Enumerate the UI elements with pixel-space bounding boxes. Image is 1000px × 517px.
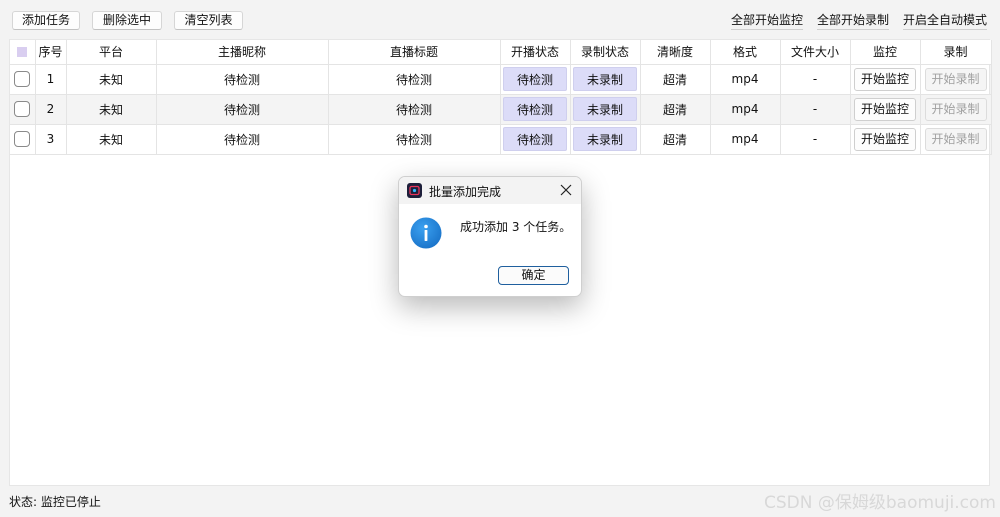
- info-icon: [410, 217, 442, 249]
- enable-auto-mode-button[interactable]: 开启全自动模式: [903, 12, 988, 30]
- ok-button[interactable]: 确定: [498, 266, 569, 285]
- column-header[interactable]: 清晰度: [640, 40, 711, 65]
- row-quality: 超清: [640, 124, 711, 155]
- row-checkbox[interactable]: [10, 124, 36, 155]
- start-monitor-button[interactable]: 开始监控: [854, 127, 916, 151]
- start-all-monitor-button[interactable]: 全部开始监控: [731, 12, 804, 30]
- column-header[interactable]: 监控: [850, 40, 921, 65]
- live-status-badge: 待检测: [503, 67, 567, 91]
- start-record-button[interactable]: 开始录制: [924, 127, 987, 151]
- record-status-badge: 未录制: [573, 97, 637, 121]
- dialog-body: 成功添加 3 个任务。 确定: [399, 204, 581, 296]
- row-file-size: -: [780, 94, 851, 125]
- row-title: 待检测: [328, 64, 501, 95]
- batch-add-dialog: 批量添加完成 成功添加 3 个任务。 确定: [398, 176, 582, 297]
- row-nickname: 待检测: [156, 94, 329, 125]
- row-file-size: -: [780, 64, 851, 95]
- column-header[interactable]: 开播状态: [500, 40, 571, 65]
- row-nickname: 待检测: [156, 124, 329, 155]
- delete-selected-button[interactable]: 删除选中: [92, 11, 162, 30]
- row-quality: 超清: [640, 64, 711, 95]
- row-nickname: 待检测: [156, 64, 329, 95]
- column-header[interactable]: 平台: [66, 40, 157, 65]
- table-header-row: 序号 平台 主播昵称 直播标题 开播状态 录制状态 清晰度 格式 文件大小 监控…: [10, 40, 992, 65]
- start-record-button[interactable]: 开始录制: [924, 67, 987, 91]
- row-title: 待检测: [328, 124, 501, 155]
- row-platform: 未知: [66, 124, 157, 155]
- start-record-button[interactable]: 开始录制: [924, 97, 987, 121]
- row-index: 1: [35, 64, 67, 95]
- dialog-title: 批量添加完成: [429, 185, 502, 199]
- row-format: mp4: [710, 64, 781, 95]
- column-header[interactable]: 主播昵称: [156, 40, 329, 65]
- row-index: 3: [35, 124, 67, 155]
- row-format: mp4: [710, 94, 781, 125]
- row-quality: 超清: [640, 94, 711, 125]
- column-header[interactable]: 直播标题: [328, 40, 501, 65]
- clear-list-button[interactable]: 清空列表: [174, 11, 243, 30]
- record-status-badge: 未录制: [573, 127, 637, 151]
- column-header[interactable]: 录制: [920, 40, 992, 65]
- dialog-title-bar: 批量添加完成: [399, 177, 581, 204]
- row-checkbox[interactable]: [10, 64, 36, 95]
- watermark: CSDN @保姆级baomuji.com: [764, 493, 996, 513]
- table-row: 1 未知 待检测 待检测 待检测 未录制 超清 mp4 - 开始监控 开始录制: [10, 64, 992, 95]
- row-title: 待检测: [328, 94, 501, 125]
- live-status-badge: 待检测: [503, 97, 567, 121]
- row-format: mp4: [710, 124, 781, 155]
- status-bar: 状态: 监控已停止: [9, 495, 101, 509]
- row-index: 2: [35, 94, 67, 125]
- toolbar: 添加任务 删除选中 清空列表 全部开始监控 全部开始录制 开启全自动模式: [0, 0, 1000, 38]
- start-monitor-button[interactable]: 开始监控: [854, 97, 916, 121]
- start-monitor-button[interactable]: 开始监控: [854, 67, 916, 91]
- close-icon[interactable]: [559, 183, 573, 197]
- table-row: 3 未知 待检测 待检测 待检测 未录制 超清 mp4 - 开始监控 开始录制: [10, 124, 992, 155]
- row-checkbox[interactable]: [10, 94, 36, 125]
- row-file-size: -: [780, 124, 851, 155]
- row-platform: 未知: [66, 64, 157, 95]
- column-header[interactable]: 格式: [710, 40, 781, 65]
- column-header[interactable]: 录制状态: [570, 40, 641, 65]
- dialog-message: 成功添加 3 个任务。: [460, 220, 572, 234]
- row-platform: 未知: [66, 94, 157, 125]
- start-all-record-button[interactable]: 全部开始录制: [817, 12, 890, 30]
- live-status-badge: 待检测: [503, 127, 567, 151]
- column-header[interactable]: 序号: [35, 40, 67, 65]
- record-status-badge: 未录制: [573, 67, 637, 91]
- table-row: 2 未知 待检测 待检测 待检测 未录制 超清 mp4 - 开始监控 开始录制: [10, 94, 992, 125]
- select-all-checkbox[interactable]: [10, 40, 36, 65]
- add-task-button[interactable]: 添加任务: [12, 11, 80, 30]
- column-header[interactable]: 文件大小: [780, 40, 851, 65]
- app-icon: [407, 183, 422, 198]
